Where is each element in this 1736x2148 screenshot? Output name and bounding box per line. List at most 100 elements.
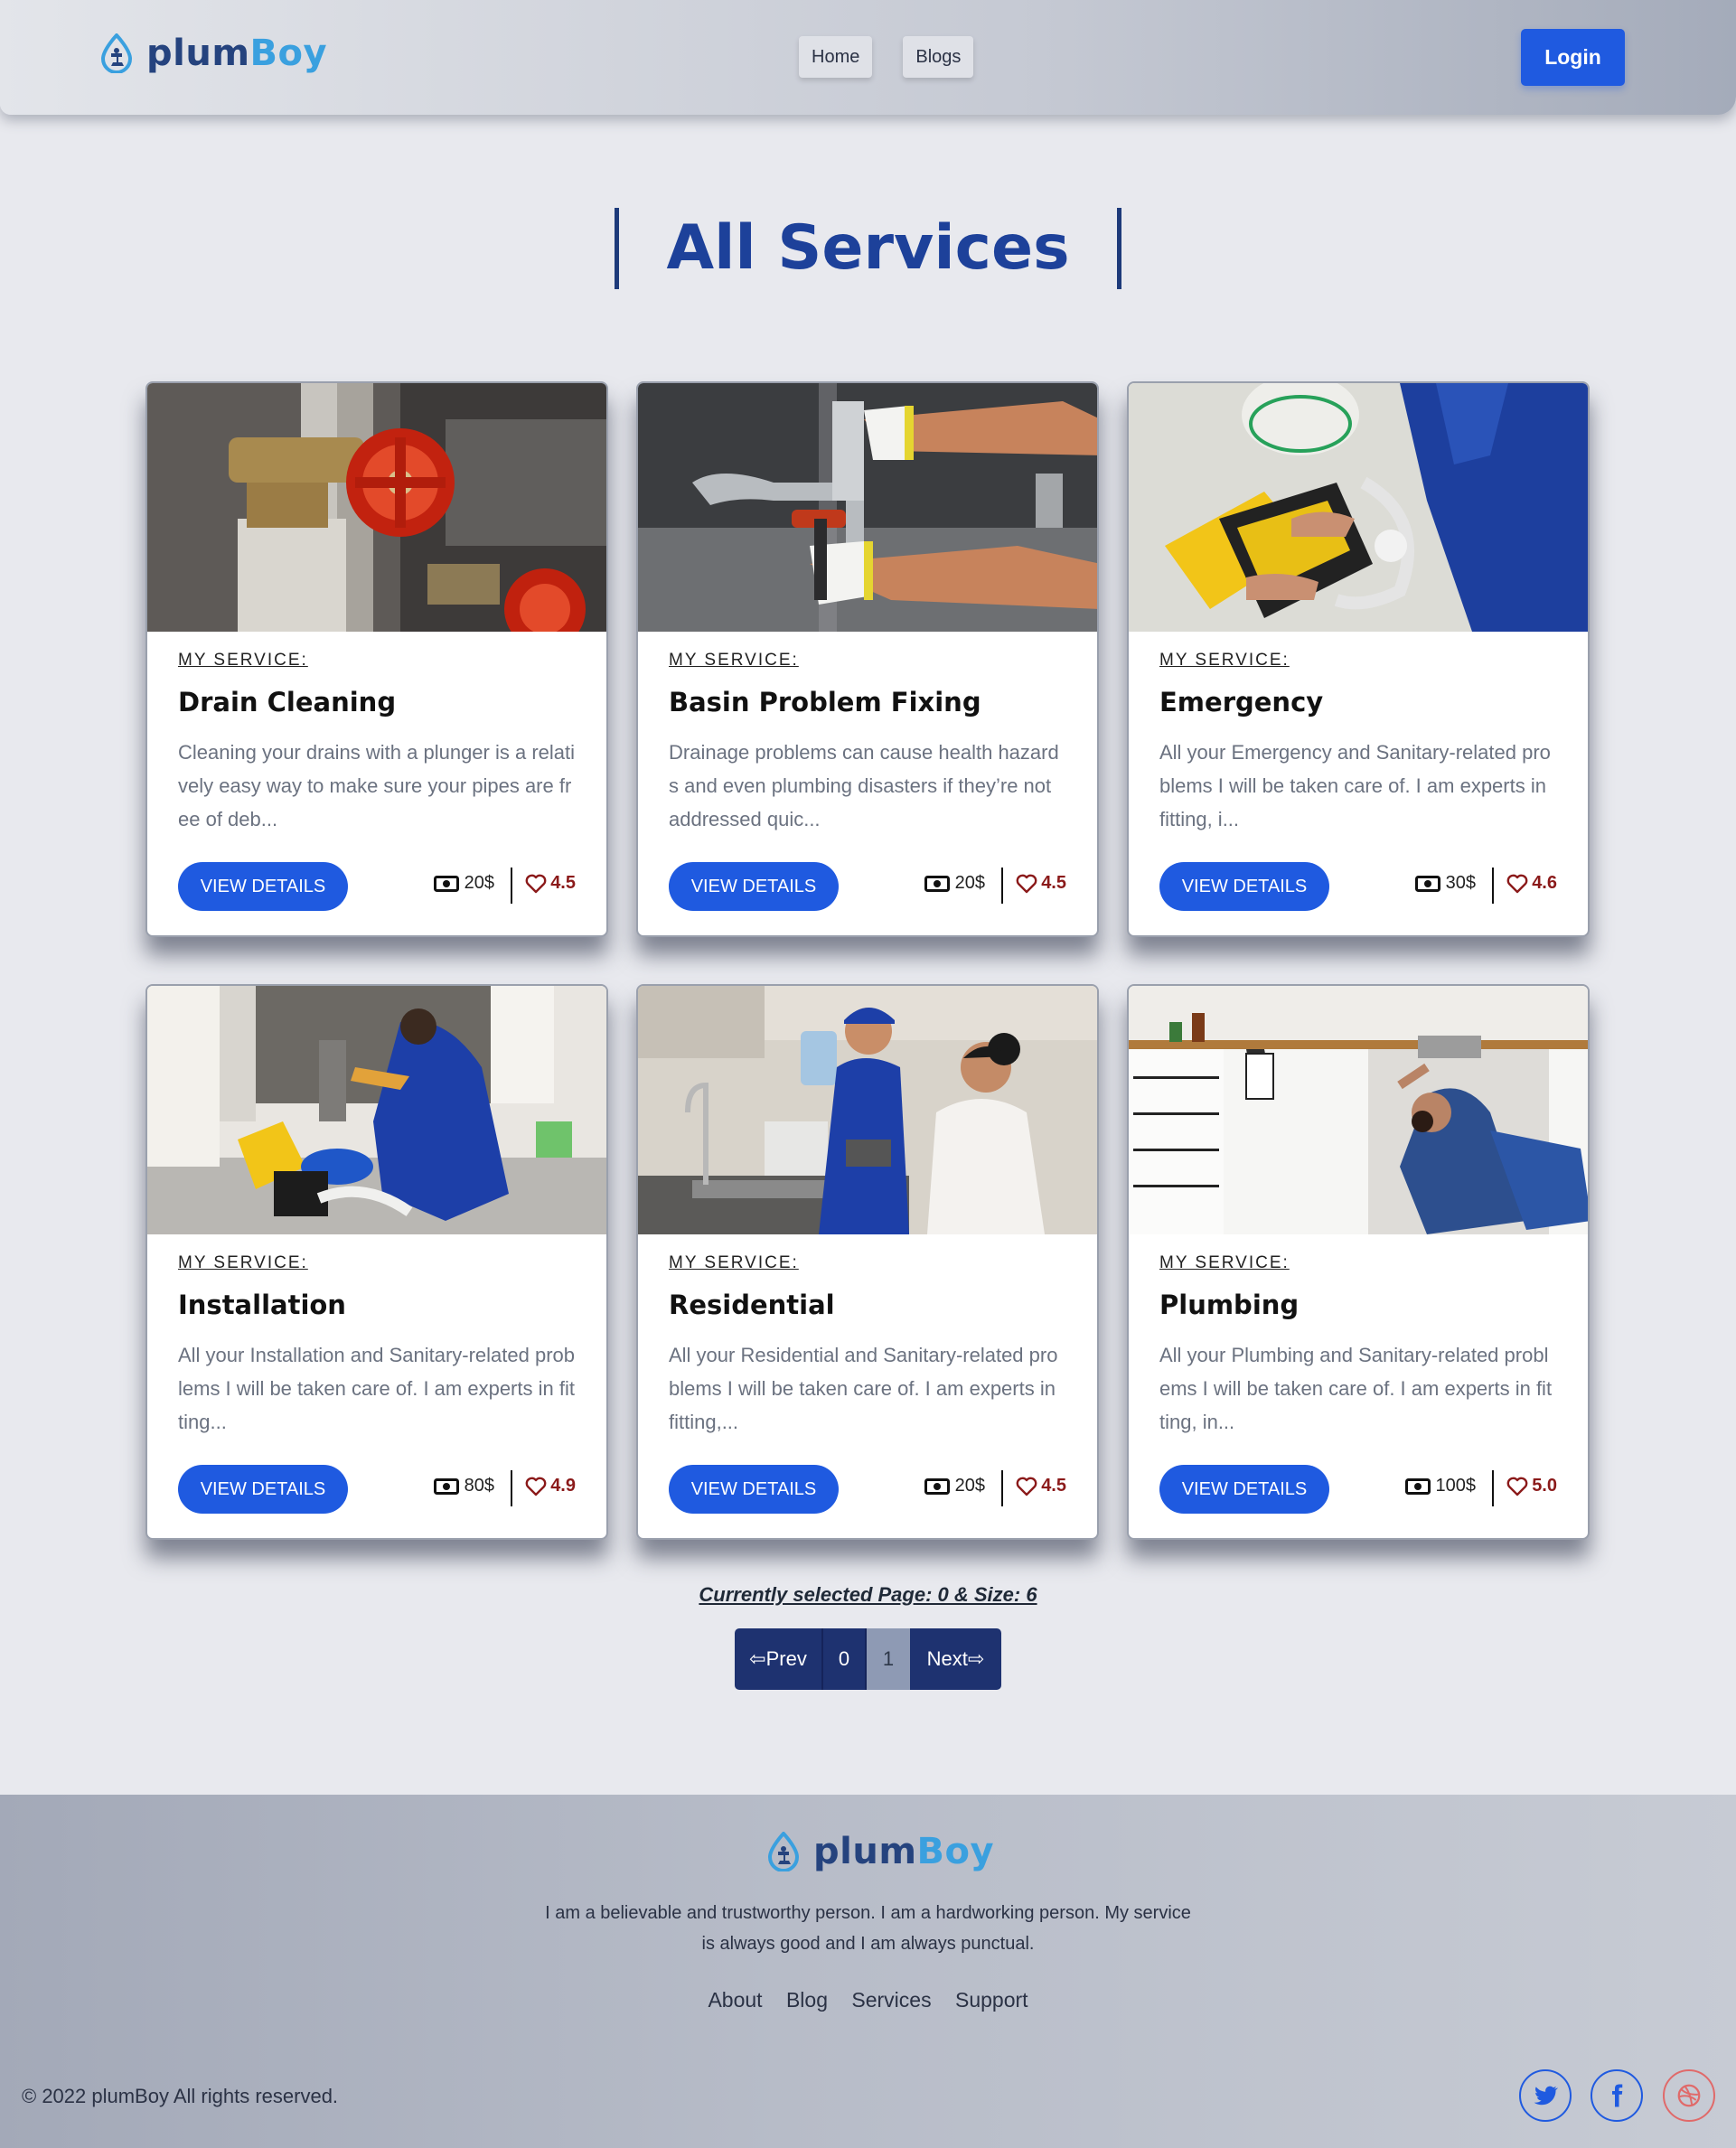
site-footer: plumBoy I am a believable and trustworth… xyxy=(0,1795,1736,2148)
brand-name: plumBoy xyxy=(146,33,328,74)
card-description: Drainage problems can cause health hazar… xyxy=(669,741,1059,830)
card-title: Drain Cleaning xyxy=(178,687,397,718)
service-card-drain-cleaning: MY SERVICE: Drain Cleaning Cleaning your… xyxy=(145,381,608,937)
brand-logo[interactable]: plumBoy xyxy=(99,33,327,74)
divider xyxy=(1492,1470,1494,1506)
service-image xyxy=(638,986,1097,1234)
price-value: 20$ xyxy=(464,873,494,893)
card-footer: VIEW DETAILS 80$ 4.9 xyxy=(178,1465,576,1514)
login-button[interactable]: Login xyxy=(1521,29,1625,86)
service-card-basin-problem-fixing: MY SERVICE: Basin Problem Fixing Drainag… xyxy=(636,381,1099,937)
footer-link-services[interactable]: Services xyxy=(851,1988,931,2012)
card-description: All your Emergency and Sanitary-related … xyxy=(1159,741,1551,830)
nav-home[interactable]: Home xyxy=(799,36,873,78)
divider xyxy=(511,868,512,904)
service-image xyxy=(1129,986,1588,1234)
heart-icon[interactable] xyxy=(1506,874,1528,894)
view-details-button[interactable]: VIEW DETAILS xyxy=(178,862,348,911)
price: 30$ xyxy=(1414,873,1476,894)
nav-blogs[interactable]: Blogs xyxy=(903,36,974,78)
card-footer: VIEW DETAILS 100$ 5.0 xyxy=(1159,1465,1557,1514)
service-image xyxy=(638,383,1097,632)
page-button-0[interactable]: 0 xyxy=(823,1628,867,1690)
money-icon xyxy=(433,1477,459,1495)
footer-links: About Blog Services Support xyxy=(0,1988,1736,2012)
pagination: ⇦Prev 0 1 Next⇨ xyxy=(735,1628,1001,1690)
service-card-plumbing: MY SERVICE: Plumbing All your Plumbing a… xyxy=(1127,984,1590,1540)
twitter-link[interactable] xyxy=(1519,2069,1572,2122)
view-details-button[interactable]: VIEW DETAILS xyxy=(178,1465,348,1514)
divider xyxy=(511,1470,512,1506)
view-details-button[interactable]: VIEW DETAILS xyxy=(1159,862,1329,911)
divider xyxy=(1492,868,1494,904)
faucet-drop-icon xyxy=(100,33,133,73)
plumber-kitchen-floor-photo xyxy=(1129,986,1588,1234)
dribbble-link[interactable] xyxy=(1663,2069,1715,2122)
divider xyxy=(1001,1470,1003,1506)
footer-link-blog[interactable]: Blog xyxy=(786,1988,828,2012)
rating-value: 4.5 xyxy=(550,873,576,893)
card-footer: VIEW DETAILS 30$ 4.6 xyxy=(1159,862,1557,911)
rating-value: 4.9 xyxy=(550,1476,576,1496)
card-body: MY SERVICE: Plumbing All your Plumbing a… xyxy=(1159,1253,1557,1439)
card-body: MY SERVICE: Basin Problem Fixing Drainag… xyxy=(669,651,1066,836)
footer-link-about[interactable]: About xyxy=(708,1988,762,2012)
card-footer: VIEW DETAILS 20$ 4.5 xyxy=(178,862,576,911)
footer-brand-logo[interactable]: plumBoy xyxy=(766,1831,994,1872)
card-title: Basin Problem Fixing xyxy=(669,687,981,718)
prev-page-button[interactable]: ⇦Prev xyxy=(735,1628,823,1690)
view-details-button[interactable]: VIEW DETAILS xyxy=(669,1465,839,1514)
heart-icon[interactable] xyxy=(1506,1477,1528,1496)
next-page-button[interactable]: Next⇨ xyxy=(910,1628,1001,1690)
heart-icon[interactable] xyxy=(1016,1477,1037,1496)
service-image xyxy=(1129,383,1588,632)
faucet-drop-icon xyxy=(767,1832,800,1871)
rating-value: 4.5 xyxy=(1041,873,1066,893)
divider xyxy=(1001,868,1003,904)
price-value: 80$ xyxy=(464,1476,494,1496)
view-details-button[interactable]: VIEW DETAILS xyxy=(669,862,839,911)
card-body: MY SERVICE: Installation All your Instal… xyxy=(178,1253,576,1439)
page-button-1[interactable]: 1 xyxy=(867,1628,910,1690)
price-value: 20$ xyxy=(954,873,985,893)
rating: 4.5 xyxy=(1016,873,1066,894)
heart-icon[interactable] xyxy=(525,874,547,894)
money-icon xyxy=(1404,1477,1431,1495)
footer-link-support[interactable]: Support xyxy=(955,1988,1028,2012)
page-title: All Services xyxy=(615,208,1121,289)
copyright: © 2022 plumBoy All rights reserved. xyxy=(22,2085,339,2107)
heart-icon[interactable] xyxy=(525,1477,547,1496)
card-kicker: MY SERVICE: xyxy=(1159,1253,1290,1272)
price: 100$ xyxy=(1404,1476,1476,1496)
card-kicker: MY SERVICE: xyxy=(669,651,799,670)
footer-description: I am a believable and trustworthy person… xyxy=(545,1903,1191,1954)
title-section: All Services xyxy=(0,208,1736,289)
rating-value: 5.0 xyxy=(1532,1476,1557,1496)
dribbble-icon xyxy=(1677,2084,1701,2107)
card-kicker: MY SERVICE: xyxy=(669,1253,799,1272)
card-kicker: MY SERVICE: xyxy=(178,1253,308,1272)
service-card-installation: MY SERVICE: Installation All your Instal… xyxy=(145,984,608,1540)
heart-icon[interactable] xyxy=(1016,874,1037,894)
plumber-client-kitchen-photo xyxy=(638,986,1097,1234)
plumber-toolbox-photo xyxy=(1129,383,1588,632)
money-icon xyxy=(924,1477,950,1495)
rating-value: 4.6 xyxy=(1532,873,1557,893)
service-card-residential: MY SERVICE: Residential All your Residen… xyxy=(636,984,1099,1540)
card-body: MY SERVICE: Drain Cleaning Cleaning your… xyxy=(178,651,576,836)
card-title: Installation xyxy=(178,1290,346,1320)
card-description: All your Plumbing and Sanitary-related p… xyxy=(1159,1344,1553,1433)
card-title: Plumbing xyxy=(1159,1290,1300,1320)
rating: 4.5 xyxy=(1016,1476,1066,1496)
service-card-emergency: MY SERVICE: Emergency All your Emergency… xyxy=(1127,381,1590,937)
card-title: Residential xyxy=(669,1290,835,1320)
card-body: MY SERVICE: Emergency All your Emergency… xyxy=(1159,651,1557,836)
facebook-link[interactable] xyxy=(1591,2069,1643,2122)
price: 20$ xyxy=(924,1476,985,1496)
card-description: All your Installation and Sanitary-relat… xyxy=(178,1344,576,1433)
rating: 4.9 xyxy=(525,1476,576,1496)
view-details-button[interactable]: VIEW DETAILS xyxy=(1159,1465,1329,1514)
site-header: plumBoy Home Blogs Login xyxy=(0,0,1736,115)
card-body: MY SERVICE: Residential All your Residen… xyxy=(669,1253,1066,1439)
card-description: Cleaning your drains with a plunger is a… xyxy=(178,741,576,830)
